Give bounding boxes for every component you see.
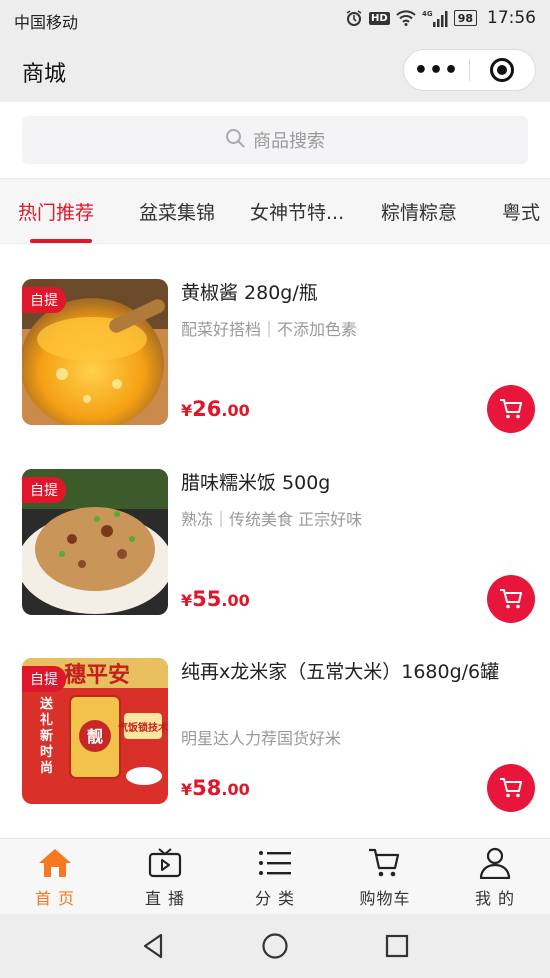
product-title: 纯再x龙米家（五常大米）1680g/6罐 bbox=[181, 661, 500, 683]
nav-bar: 商城 ••• bbox=[0, 38, 550, 102]
product-image[interactable]: 自提 bbox=[22, 469, 168, 615]
recents-button[interactable] bbox=[383, 932, 411, 960]
product-title: 黄椒酱 280g/瓶 bbox=[181, 282, 318, 304]
battery-icon: 98 bbox=[453, 10, 477, 26]
tab-profile-label: 我 的 bbox=[474, 889, 516, 908]
price-currency: ¥ bbox=[181, 780, 193, 799]
search-icon bbox=[225, 128, 245, 153]
product-price: ¥55.00 bbox=[181, 587, 250, 611]
cart-icon bbox=[500, 399, 522, 419]
price-integer: 26 bbox=[192, 397, 222, 421]
price-decimal: .00 bbox=[221, 591, 250, 610]
self-pickup-badge: 自提 bbox=[22, 287, 66, 313]
tab-home[interactable]: 首 页 bbox=[0, 839, 110, 914]
carrier-label: 中国移动 bbox=[14, 13, 79, 32]
system-navigation-bar bbox=[0, 914, 550, 978]
hd-icon: HD bbox=[369, 11, 390, 25]
tab-home-label: 首 页 bbox=[34, 889, 76, 908]
image-seal-text: 靓 bbox=[87, 727, 103, 746]
category-tabs: 热门推荐 盆菜集锦 女神节特... 粽情粽意 粤式 bbox=[0, 178, 550, 244]
product-subtitle: 熟冻｜传统美食 正宗好味 bbox=[181, 510, 363, 529]
product-card[interactable]: 自提 黄椒酱 280g/瓶 配菜好搭档｜不添加色素 ¥26.00 bbox=[0, 245, 550, 433]
target-icon bbox=[490, 58, 515, 82]
recents-square-icon bbox=[385, 934, 409, 958]
search-input[interactable]: 商品搜索 bbox=[22, 116, 528, 164]
tab-profile[interactable]: 我 的 bbox=[440, 839, 550, 914]
tab-category[interactable]: 分 类 bbox=[220, 839, 330, 914]
image-side-text-5: 尚 bbox=[40, 760, 53, 776]
tab-live[interactable]: 直 播 bbox=[110, 839, 220, 914]
product-price: ¥58.00 bbox=[181, 776, 250, 800]
image-slogan-text: 气饭锁技术 bbox=[117, 721, 168, 734]
tab-cart-label: 购物车 bbox=[359, 889, 411, 908]
clock: 17:56 bbox=[487, 8, 536, 28]
image-side-text-2: 礼 bbox=[40, 712, 53, 728]
user-icon bbox=[479, 847, 511, 879]
price-currency: ¥ bbox=[181, 591, 193, 610]
network-type-label: 4G bbox=[422, 10, 433, 18]
price-decimal: .00 bbox=[221, 780, 250, 799]
self-pickup-badge: 自提 bbox=[22, 666, 66, 692]
back-triangle-icon bbox=[143, 933, 163, 959]
tab-goddess[interactable]: 女神节特... bbox=[250, 198, 344, 225]
more-dots-icon: ••• bbox=[413, 57, 460, 83]
search-placeholder: 商品搜索 bbox=[253, 131, 325, 152]
page-title: 商城 bbox=[22, 62, 67, 87]
more-button[interactable]: ••• bbox=[404, 50, 469, 90]
home-system-button[interactable] bbox=[261, 932, 289, 960]
image-top-text: 穗平安 bbox=[64, 662, 130, 688]
add-to-cart-button[interactable] bbox=[487, 764, 535, 812]
tab-cart[interactable]: 购物车 bbox=[330, 839, 440, 914]
tab-hot[interactable]: 热门推荐 bbox=[18, 198, 94, 225]
product-image[interactable]: 自提 bbox=[22, 279, 168, 425]
bottom-tab-bar: 首 页 直 播 分 类 购物车 我 的 bbox=[0, 838, 550, 914]
price-integer: 58 bbox=[192, 776, 222, 800]
cart-icon bbox=[500, 589, 522, 609]
self-pickup-badge: 自提 bbox=[22, 477, 66, 503]
product-subtitle: 配菜好搭档｜不添加色素 bbox=[181, 320, 358, 339]
image-side-text-1: 送 bbox=[39, 696, 54, 712]
tab-live-label: 直 播 bbox=[144, 889, 186, 908]
wifi-icon bbox=[395, 10, 416, 26]
add-to-cart-button[interactable] bbox=[487, 385, 535, 433]
miniprogram-capsule: ••• bbox=[403, 49, 536, 91]
add-to-cart-button[interactable] bbox=[487, 575, 535, 623]
tv-icon bbox=[148, 848, 182, 878]
list-icon bbox=[259, 851, 291, 875]
search-bar: 商品搜索 bbox=[0, 102, 550, 178]
status-icons: HD 4G 98 17:56 bbox=[345, 8, 536, 28]
price-integer: 55 bbox=[192, 587, 222, 611]
product-subtitle: 明星达人力荐国货好米 bbox=[181, 729, 342, 748]
price-currency: ¥ bbox=[181, 401, 193, 420]
close-miniprogram-button[interactable] bbox=[470, 50, 535, 90]
tab-cantonese[interactable]: 粤式 bbox=[502, 198, 540, 225]
image-side-text-3: 新 bbox=[40, 728, 53, 744]
home-icon bbox=[39, 849, 71, 877]
tab-category-label: 分 类 bbox=[254, 889, 296, 908]
cart-icon bbox=[500, 778, 522, 798]
shopping-cart-icon bbox=[369, 848, 400, 877]
home-circle-icon bbox=[262, 933, 288, 959]
status-bar: 中国移动 HD 4G 98 17:56 bbox=[0, 0, 550, 38]
product-card[interactable]: 穗平安 靓 送 礼 新 时 尚 气饭锁技术 自提 纯再x龙米家（五常大米）168… bbox=[0, 624, 550, 812]
product-image[interactable]: 穗平安 靓 送 礼 新 时 尚 气饭锁技术 自提 bbox=[22, 658, 168, 804]
image-side-text-4: 时 bbox=[40, 744, 53, 760]
active-tab-indicator bbox=[30, 239, 92, 243]
product-title: 腊味糯米饭 500g bbox=[181, 472, 331, 494]
back-button[interactable] bbox=[139, 932, 167, 960]
price-decimal: .00 bbox=[221, 401, 250, 420]
tab-pencai[interactable]: 盆菜集锦 bbox=[139, 198, 215, 225]
product-price: ¥26.00 bbox=[181, 397, 250, 421]
alarm-icon bbox=[345, 9, 363, 27]
signal-icon: 4G bbox=[422, 9, 448, 27]
product-card[interactable]: 自提 腊味糯米饭 500g 熟冻｜传统美食 正宗好味 ¥55.00 bbox=[0, 435, 550, 623]
tab-zongzi[interactable]: 粽情粽意 bbox=[381, 198, 457, 225]
